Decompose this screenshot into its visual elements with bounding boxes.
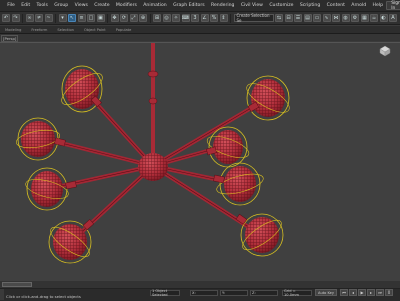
mirror-icon[interactable]: ⇆: [275, 14, 283, 22]
toolbar-divider: [55, 13, 56, 23]
select-by-name-icon[interactable]: ≡: [77, 14, 86, 22]
move-icon[interactable]: ✥: [110, 14, 119, 22]
previous-frame-icon[interactable]: ◂: [349, 289, 357, 296]
menu-customize[interactable]: Customize: [266, 3, 297, 8]
lamp-shade[interactable]: [15, 117, 61, 161]
unlink-icon[interactable]: ≠: [35, 14, 43, 22]
x-label: X:: [192, 291, 196, 295]
menu-modifiers[interactable]: Modifiers: [113, 3, 140, 8]
viewport-header: [0, 34, 400, 41]
menu-graph-editors[interactable]: Graph Editors: [170, 3, 208, 8]
perspective-viewport[interactable]: [0, 42, 400, 281]
rendered-frame-window-icon[interactable]: ▦: [360, 14, 369, 22]
menu-arnold[interactable]: Arnold: [348, 3, 369, 8]
pivot-center-icon[interactable]: ◎: [162, 14, 171, 22]
spinner-snap-icon[interactable]: ⇕: [219, 14, 228, 22]
z-coordinate-field[interactable]: Z:: [250, 290, 278, 296]
layer-explorer-icon[interactable]: ▤: [303, 14, 312, 22]
rod-ring: [148, 97, 158, 105]
menu-animation[interactable]: Animation: [140, 3, 170, 8]
select-manipulate-icon[interactable]: ✧: [172, 14, 180, 22]
lamp-shade[interactable]: [215, 162, 266, 206]
render-setup-icon[interactable]: ⚙: [351, 14, 359, 22]
toggle-scene-explorer-icon[interactable]: ☰: [294, 14, 302, 22]
sign-in-label: Sign In: [391, 0, 400, 11]
selection-count: 1 Object Selected: [150, 289, 180, 297]
menu-group[interactable]: Group: [51, 3, 71, 8]
render-iterative-icon[interactable]: ◐: [379, 14, 388, 22]
menu-content[interactable]: Content: [323, 3, 348, 8]
toolbar-divider: [107, 13, 108, 23]
toolbar-divider: [230, 13, 231, 23]
material-editor-icon[interactable]: ◍: [341, 14, 350, 22]
selection-filter-icon[interactable]: ▾: [58, 14, 67, 22]
tab-selection[interactable]: Selection: [52, 28, 79, 32]
percent-snap-icon[interactable]: %: [210, 14, 218, 22]
menu-create[interactable]: Create: [91, 3, 113, 8]
go-to-end-icon[interactable]: ⏭: [376, 289, 384, 296]
main-toolbar: ↶ ↷ ∞ ≠ ~ ▾ ↖ ≡ □ ▣ ✥ ⟳ ⤢ ⊕ ⊞ ◎ ✧ ⌨ 3 ∠ …: [0, 12, 400, 25]
menu-file[interactable]: File: [4, 3, 18, 8]
viewport-label[interactable]: [Persp]: [1, 35, 19, 42]
undo-icon[interactable]: ↶: [2, 14, 10, 22]
lamp-shade[interactable]: [24, 167, 71, 211]
y-coordinate-field[interactable]: Y:: [220, 290, 248, 296]
chandelier-model[interactable]: [0, 43, 400, 281]
next-frame-icon[interactable]: ▸: [367, 289, 375, 296]
x-coordinate-field[interactable]: X:: [190, 290, 218, 296]
rotate-icon[interactable]: ⟳: [120, 14, 128, 22]
lamp-shade[interactable]: [243, 75, 294, 121]
bind-space-warp-icon[interactable]: ~: [44, 14, 53, 22]
curve-editor-icon[interactable]: ∿: [322, 14, 331, 22]
tab-populate[interactable]: Populate: [111, 28, 137, 32]
snap-toggle-icon[interactable]: 3: [191, 14, 199, 22]
selection-set-placeholder: Create Selection Se: [236, 13, 270, 23]
select-object-icon[interactable]: ↖: [68, 14, 76, 22]
arnold-render-icon[interactable]: A: [389, 14, 397, 22]
menu-help[interactable]: Help: [369, 3, 386, 8]
rectangular-selection-icon[interactable]: □: [87, 14, 95, 22]
placement-icon[interactable]: ⊕: [139, 14, 147, 22]
angle-snap-icon[interactable]: ∠: [200, 14, 209, 22]
scale-icon[interactable]: ⤢: [129, 14, 138, 22]
viewcube-icon[interactable]: [376, 44, 394, 58]
play-icon[interactable]: ▶: [358, 289, 366, 296]
menu-scripting[interactable]: Scripting: [297, 3, 324, 8]
time-slider-thumb[interactable]: [2, 282, 32, 287]
align-icon[interactable]: ⊟: [284, 14, 293, 22]
menu-tools[interactable]: Tools: [33, 3, 51, 8]
toolbar-divider: [22, 13, 23, 23]
tab-object-paint[interactable]: Object Paint: [79, 28, 111, 32]
menu-edit[interactable]: Edit: [18, 3, 33, 8]
time-slider[interactable]: [0, 281, 400, 289]
menu-bar: File Edit Tools Group Views Create Modif…: [0, 0, 400, 12]
tab-modeling[interactable]: Modeling: [0, 28, 26, 32]
menu-civil-view[interactable]: Civil View: [238, 3, 267, 8]
menu-views[interactable]: Views: [71, 3, 91, 8]
menu-rendering[interactable]: Rendering: [208, 3, 238, 8]
z-label: Z:: [252, 291, 256, 295]
render-production-icon[interactable]: ☕: [370, 14, 378, 22]
ribbon-tabs: Modeling Freeform Selection Object Paint…: [0, 26, 400, 34]
y-label: Y:: [222, 291, 225, 295]
schematic-view-icon[interactable]: ⋈: [332, 14, 340, 22]
redo-icon[interactable]: ↷: [11, 14, 20, 22]
sign-in-button[interactable]: Sign In: [386, 0, 400, 11]
window-crossing-icon[interactable]: ▣: [96, 14, 105, 22]
ribbon-toggle-icon[interactable]: ▭: [313, 14, 321, 22]
rod-ring: [147, 70, 159, 78]
maxscript-listener[interactable]: [0, 289, 4, 300]
reference-coordinate-icon[interactable]: ⊞: [153, 14, 161, 22]
animation-controls: ⏮ ◂ ▶ ▸ ⏭ 0: [340, 289, 393, 296]
link-icon[interactable]: ∞: [25, 14, 34, 22]
keyboard-shortcut-icon[interactable]: ⌨: [181, 14, 190, 22]
current-frame-field[interactable]: 0: [385, 289, 393, 296]
toolbar-divider: [149, 13, 151, 23]
tab-freeform[interactable]: Freeform: [26, 28, 52, 32]
grid-size: Grid = 10.0mm: [282, 289, 312, 297]
selection-set-dropdown[interactable]: Create Selection Se: [233, 13, 274, 23]
go-to-start-icon[interactable]: ⏮: [340, 289, 348, 296]
auto-key-button[interactable]: Auto Key: [315, 289, 337, 296]
status-prompt: Click or click-and-drag to select object…: [6, 294, 81, 299]
